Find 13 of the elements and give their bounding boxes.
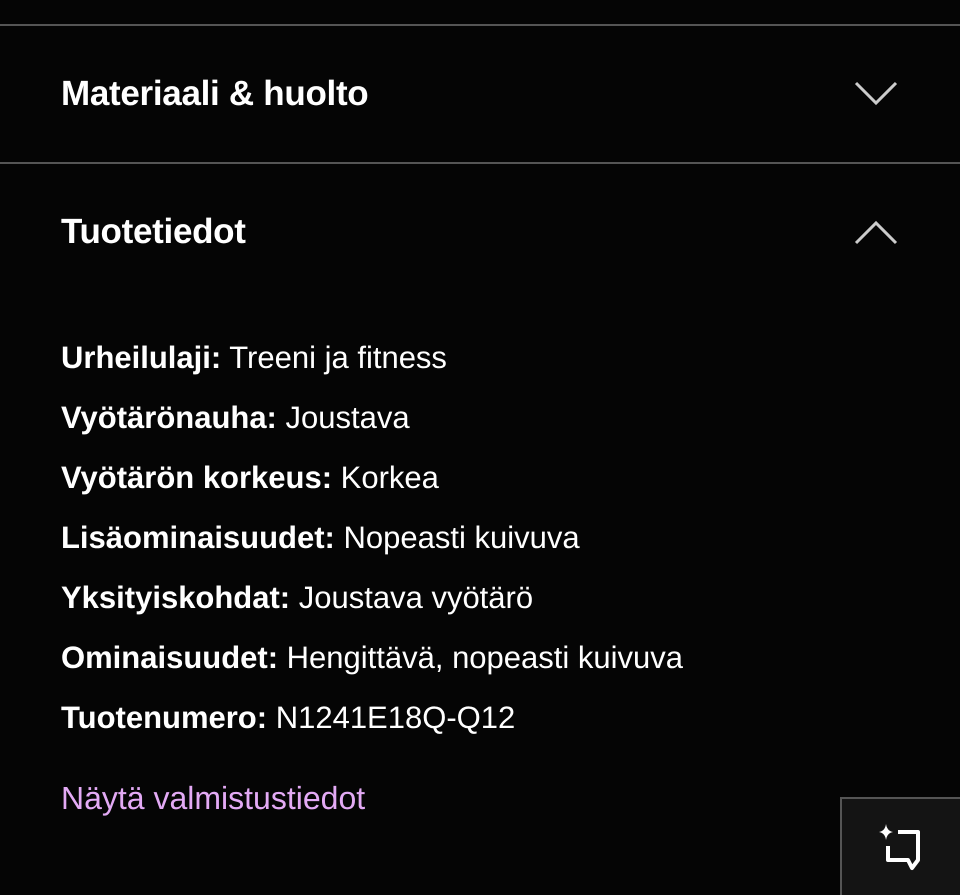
detail-line: Vyötärön korkeus: Korkea <box>61 459 440 497</box>
section-title[interactable]: Materiaali & huolto <box>61 74 368 114</box>
section-title[interactable]: Tuotetiedot <box>61 212 246 252</box>
detail-line: Tuotenumero: N1241E18Q-Q12 <box>61 699 516 737</box>
detail-line: Vyötärönauha: Joustava <box>61 399 411 437</box>
detail-line: Lisäominaisuudet: Nopeasti kuivuva <box>61 519 581 557</box>
detail-line: Urheilulaji: Treeni ja fitness <box>61 339 448 377</box>
manufacturing-info-link[interactable]: Näytä valmistustiedot <box>61 780 366 817</box>
chevron-down-icon[interactable] <box>854 81 898 107</box>
detail-line: Ominaisuudet: Hengittävä, nopeasti kuivuva <box>61 639 684 677</box>
detail-line: Yksityiskohdat: Joustava vyötärö <box>61 579 534 617</box>
chat-button[interactable] <box>840 797 960 895</box>
chevron-up-icon[interactable] <box>854 219 898 245</box>
